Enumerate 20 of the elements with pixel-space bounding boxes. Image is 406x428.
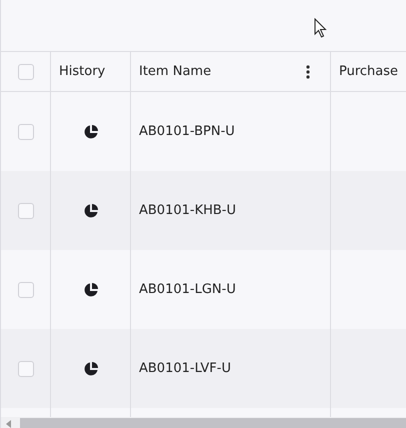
checkbox[interactable] xyxy=(18,64,34,80)
mouse-pointer-icon xyxy=(314,18,328,38)
checkbox[interactable] xyxy=(18,282,34,298)
item-name-cell: AB0101-LGN-U xyxy=(139,282,236,297)
checkbox[interactable] xyxy=(18,202,34,218)
pie-chart-icon[interactable] xyxy=(82,124,98,140)
checkbox[interactable] xyxy=(18,124,34,140)
column-header[interactable]: Item Name xyxy=(139,64,212,79)
scroll-left-icon[interactable] xyxy=(6,420,12,428)
item-name-cell: AB0101-KHB-U xyxy=(139,203,236,218)
item-name-cell: AB0101-LVF-U xyxy=(139,361,231,376)
pie-chart-icon[interactable] xyxy=(82,360,98,376)
horizontal-scrollbar[interactable] xyxy=(1,417,406,428)
more-options-icon[interactable] xyxy=(306,64,310,78)
checkbox[interactable] xyxy=(18,360,34,376)
column-header[interactable]: History xyxy=(59,64,106,79)
pie-chart-icon[interactable] xyxy=(82,282,98,298)
column-header[interactable]: Purchase xyxy=(339,64,398,79)
pie-chart-icon[interactable] xyxy=(82,202,98,218)
item-name-cell: AB0101-BPN-U xyxy=(139,124,235,139)
